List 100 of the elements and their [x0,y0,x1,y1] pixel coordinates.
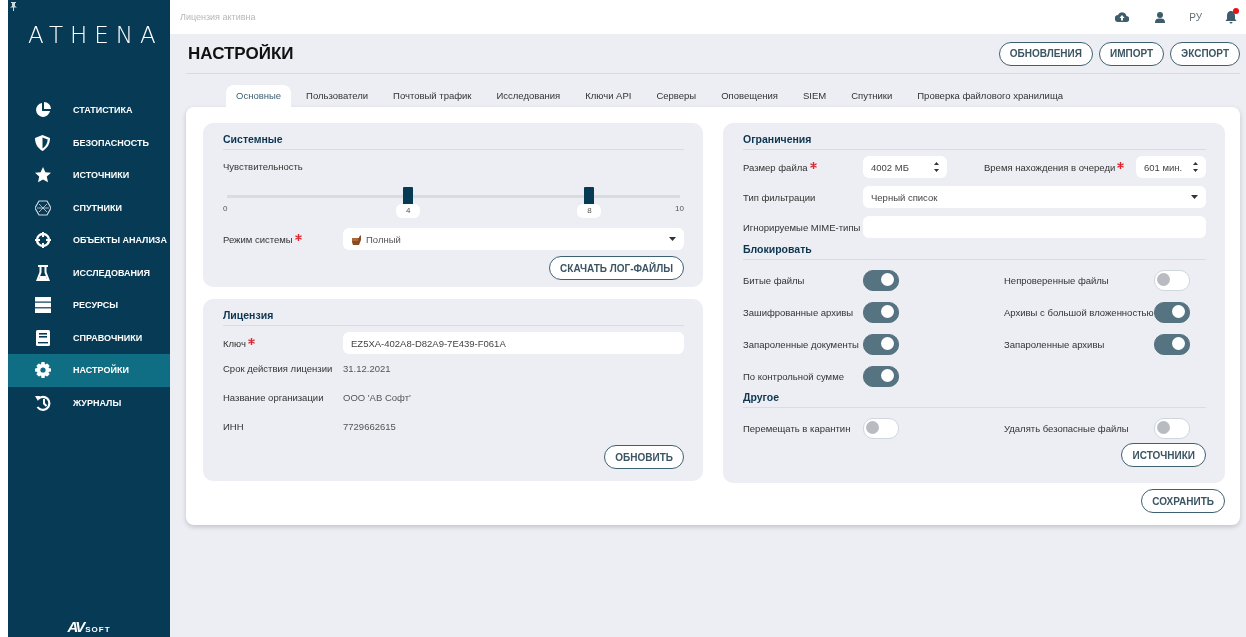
spinner-icon[interactable] [934,162,939,172]
language-label[interactable]: РУ [1189,11,1202,23]
sidebar-item[interactable]: ОБЪЕКТЫ АНАЛИЗА [8,224,170,257]
section-title: Системные [223,133,684,150]
pin-icon[interactable] [10,2,17,11]
slider-value: 4 [396,204,421,218]
history-icon [34,394,51,411]
field-label: Игнорируемые MIME-типы [743,221,862,233]
book-icon [35,329,50,346]
sidebar-item[interactable]: БЕЗОПАСНОСТЬ [8,126,170,159]
star-icon [34,167,51,184]
tab[interactable]: Основные [226,85,292,107]
slider-thumb[interactable] [584,187,595,205]
download-logs-button[interactable]: СКАЧАТЬ ЛОГ-ФАЙЛЫ [549,256,684,280]
toggle-label: Зашифрованные архивы [743,307,855,318]
slider-value: 8 [577,204,602,218]
sidebar-item-label: СТАТИСТИКА [73,105,133,116]
shield-icon [35,134,50,151]
header-button[interactable]: ЭКСПОРТ [1170,41,1240,66]
number-field[interactable]: 601 мин. [1136,156,1206,178]
sidebar-item-label: РЕСУРСЫ [73,300,119,311]
refresh-button[interactable]: ОБНОВИТЬ [604,445,684,469]
footer-logo-suffix: SOFT [85,625,111,634]
crosshair-icon [34,232,51,249]
sidebar-item-label: ЖУРНАЛЫ [73,397,122,408]
info-label: ИНН [223,421,245,432]
toggle-label: Запароленные документы [743,339,860,350]
flask-icon [35,264,50,281]
header-button[interactable]: ИМПОРТ [1098,41,1165,66]
section-title: Блокировать [743,243,1206,260]
filter-dropdown[interactable]: Черный список [863,186,1206,208]
tab[interactable]: Исследования [486,85,571,107]
sidebar-item[interactable]: РЕСУРСЫ [8,289,170,322]
toggle-switch[interactable] [863,302,899,323]
toggle-switch[interactable] [1154,302,1190,323]
sidebar-item-label: СПУТНИКИ [73,202,122,213]
pie-chart-icon [34,102,51,119]
spinner-icon[interactable] [1193,162,1198,172]
sidebar-item[interactable]: ИССЛЕДОВАНИЯ [8,256,170,289]
dropdown-caret-icon [1191,195,1198,199]
info-value: 31.12.2021 [343,363,391,374]
toggle-switch[interactable] [1154,334,1190,355]
tab[interactable]: Спутники [841,85,903,107]
toggle-label: Удалять безопасные файлы [1004,423,1130,434]
field-label: Размер файла [743,161,863,173]
cloud-upload-icon[interactable] [1115,12,1130,22]
sidebar-item[interactable]: СТАТИСТИКА [8,94,170,127]
tab[interactable]: Серверы [646,85,707,107]
toggle-switch[interactable] [863,334,899,355]
page-title: НАСТРОЙКИ [188,43,294,64]
license-status: Лицензия активна [180,12,256,22]
logo: ATHENA [28,22,163,50]
field-label: Тип фильтрации [743,191,817,203]
toggle-label: Битые файлы [743,275,806,286]
tab[interactable]: SIEM [792,85,837,107]
section-title: Другое [743,391,1206,408]
sidebar-item[interactable]: СПУТНИКИ [8,191,170,224]
footer-logo: AV [67,619,84,634]
license-key-field[interactable]: EZ5XA-402A8-D82A9-7E439-F061A [343,332,684,354]
gear-icon [34,362,51,379]
tab[interactable]: Пользователи [296,85,379,107]
sidebar-item-label: НАСТРОЙКИ [73,365,129,376]
field-label: Чувствительность [223,161,303,172]
hexagon-icon [34,199,51,216]
toggle-label: Непроверенные файлы [1004,275,1110,286]
slider-min-label: 0 [223,204,228,213]
slider-max-label: 10 [675,204,684,213]
info-value: ООО 'АВ Софт' [343,392,411,403]
toggle-label: Запароленные архивы [1004,339,1106,350]
sidebar-item[interactable]: ИСТОЧНИКИ [8,159,170,192]
bell-icon[interactable] [1224,10,1238,24]
mode-dropdown[interactable]: Полный [343,228,684,250]
tab[interactable]: Оповещения [711,85,788,107]
tab[interactable]: Ключи API [575,85,642,107]
toggle-switch[interactable] [863,366,899,387]
sources-button[interactable]: ИСТОЧНИКИ [1121,443,1206,467]
sidebar-item[interactable]: ЖУРНАЛЫ [8,386,170,419]
server-icon [34,297,51,314]
number-field[interactable]: 4002 МБ [863,156,947,178]
toggle-label: Архивы с большой вложенностью [1004,307,1154,318]
sidebar-item[interactable]: НАСТРОЙКИ [8,354,170,387]
slider-thumb[interactable] [403,187,414,205]
info-label: Название организации [223,392,325,403]
section-title: Лицензия [223,309,684,326]
tab[interactable]: Проверка файлового хранилища [907,85,1074,107]
sidebar-item-label: ИСТОЧНИКИ [73,170,130,181]
save-button[interactable]: СОХРАНИТЬ [1141,489,1225,513]
sidebar-item-label: ОБЪЕКТЫ АНАЛИЗА [73,235,167,246]
toggle-label: Перемещать в карантин [743,423,852,434]
sidebar-item[interactable]: СПРАВОЧНИКИ [8,321,170,354]
section-title: Ограничения [743,133,1206,150]
info-label: Срок действия лицензии [223,363,334,374]
field-label: Режим системы [223,233,343,245]
toggle-switch[interactable] [863,270,899,291]
field-label: Время нахождения в очереди [984,161,1125,173]
header-button[interactable]: ОБНОВЛЕНИЯ [998,41,1093,66]
info-value: 7729662615 [343,421,396,432]
field-label: Ключ [223,337,343,349]
user-icon[interactable] [1155,11,1166,23]
tab[interactable]: Почтовый трафик [383,85,482,107]
